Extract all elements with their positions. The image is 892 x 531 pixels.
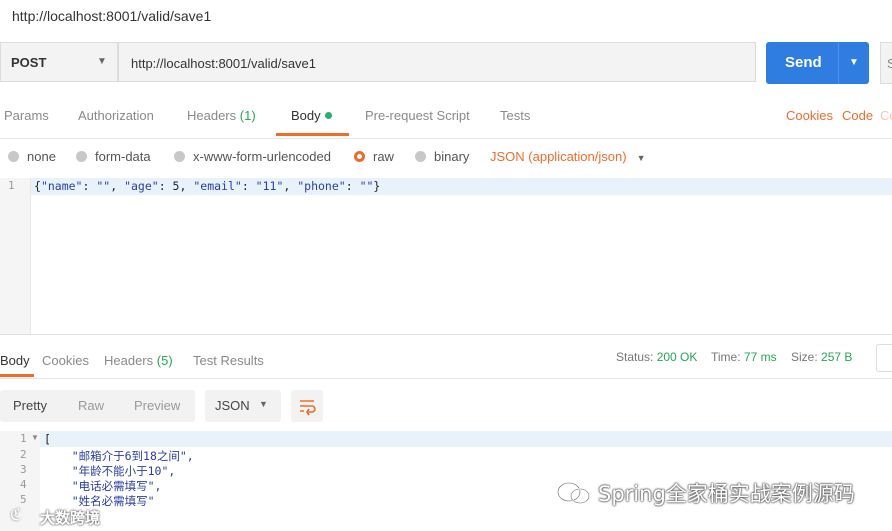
corner-logo-icon: ℭ: [10, 507, 22, 524]
tab-prerequest-script[interactable]: Pre-request Script: [365, 108, 470, 123]
tab-headers[interactable]: Headers (1): [187, 108, 256, 123]
code-key: "phone": [297, 179, 346, 193]
radio-urlencoded[interactable]: x-www-form-urlencoded: [174, 149, 331, 164]
code-value: "": [96, 179, 111, 193]
status-readout: Status: 200 OK: [616, 350, 697, 364]
tab-params[interactable]: Params: [4, 108, 49, 123]
tab-response-body[interactable]: Body: [0, 353, 30, 368]
response-headers-count: (5): [156, 353, 173, 368]
code-brace: {: [34, 179, 41, 193]
response-tabs: Body Cookies Headers (5) Test Results St…: [0, 344, 892, 379]
chevron-down-icon: ▼: [259, 399, 268, 409]
code-key: "name": [40, 179, 83, 193]
format-select[interactable]: JSON ▼: [205, 390, 281, 422]
radio-icon: [8, 151, 19, 162]
code-value: "": [359, 179, 374, 193]
code-link[interactable]: Code: [842, 108, 873, 123]
send-button[interactable]: Send ▼: [766, 42, 869, 84]
watermark-text: Spring全家桶实战案例源码: [598, 482, 855, 506]
save-button[interactable]: S: [880, 42, 892, 84]
body-mode-options: none form-data x-www-form-urlencoded raw…: [0, 149, 892, 169]
active-tab-indicator: [276, 133, 349, 136]
radio-none-label: none: [27, 149, 56, 164]
line-number: 2: [20, 448, 27, 461]
format-label: JSON: [215, 398, 250, 413]
wrap-lines-button[interactable]: [291, 390, 323, 422]
radio-raw[interactable]: raw: [354, 149, 394, 164]
radio-none[interactable]: none: [8, 149, 56, 164]
wechat-logo-icon: [557, 482, 590, 504]
tab-response-headers[interactable]: Headers (5): [104, 353, 173, 368]
save-response-button[interactable]: [876, 344, 892, 372]
content-type-label: JSON (application/json): [490, 149, 627, 164]
view-mode-toggle: Pretty Raw Preview: [0, 390, 195, 422]
content-type-select[interactable]: JSON (application/json) ▼: [490, 149, 645, 164]
response-line: "电话必需填写",: [44, 479, 162, 493]
send-divider: [838, 42, 839, 84]
status-label: Status:: [616, 350, 654, 364]
radio-form-data[interactable]: form-data: [76, 149, 151, 164]
line-gutter: [0, 178, 31, 334]
tab-body-label: Body: [291, 108, 321, 123]
headers-count: (1): [239, 108, 256, 123]
cookies-link[interactable]: Cookies: [786, 108, 833, 123]
code-value: 5: [172, 179, 180, 193]
code-brace: }: [373, 179, 381, 193]
response-line: [: [44, 432, 51, 446]
size-label: Size:: [791, 350, 818, 364]
tab-tests[interactable]: Tests: [500, 108, 530, 123]
preview-button[interactable]: Preview: [134, 398, 180, 413]
line-number: 3: [20, 463, 27, 476]
request-body-code[interactable]: {"name": "", "age": 5, "email": "11", "p…: [34, 179, 380, 193]
pretty-button[interactable]: Pretty: [13, 398, 47, 413]
tab-body[interactable]: Body: [291, 108, 332, 123]
response-line: "年龄不能小于10",: [44, 464, 176, 478]
radio-form-data-label: form-data: [95, 149, 151, 164]
radio-icon: [174, 151, 185, 162]
fold-arrow-icon[interactable]: ▼: [31, 433, 39, 442]
method-label: POST: [11, 55, 47, 70]
tab-response-headers-label: Headers: [104, 353, 154, 368]
window-title: http://localhost:8001/valid/save1: [12, 8, 212, 24]
size-readout: Size: 257 B: [791, 350, 852, 364]
radio-icon: [76, 151, 87, 162]
raw-button[interactable]: Raw: [78, 398, 104, 413]
status-value: 200 OK: [656, 350, 698, 364]
tab-headers-label: Headers: [187, 108, 237, 123]
tab-test-results[interactable]: Test Results: [193, 353, 264, 368]
code-key: "email": [193, 179, 242, 193]
modified-dot-icon: [324, 112, 332, 119]
corner-watermark: 大数跨境: [40, 510, 101, 527]
chevron-down-icon: ▼: [636, 153, 646, 163]
line-number: 1: [8, 179, 15, 192]
active-line-highlight: [0, 431, 892, 447]
comments-link[interactable]: Co: [880, 108, 892, 123]
radio-icon: [415, 151, 426, 162]
time-label: Time:: [711, 350, 741, 364]
size-value: 257 B: [821, 350, 853, 364]
send-label: Send: [785, 54, 822, 71]
line-number: 4: [20, 478, 27, 491]
method-select[interactable]: POST ▼: [0, 42, 118, 82]
request-body-editor[interactable]: 1 {"name": "", "age": 5, "email": "11", …: [0, 178, 892, 335]
radio-urlencoded-label: x-www-form-urlencoded: [193, 149, 331, 164]
radio-binary[interactable]: binary: [415, 149, 469, 164]
wrap-lines-icon: [300, 400, 316, 416]
code-key: "age": [124, 179, 159, 193]
tab-authorization[interactable]: Authorization: [78, 108, 154, 123]
time-readout: Time: 77 ms: [711, 350, 777, 364]
time-value: 77 ms: [743, 350, 777, 364]
request-tabs: Params Authorization Headers (1) Body Pr…: [0, 108, 892, 139]
code-value: "11": [255, 179, 284, 193]
radio-binary-label: binary: [434, 149, 470, 164]
line-number: 1: [20, 432, 27, 445]
tab-response-cookies[interactable]: Cookies: [42, 353, 89, 368]
radio-selected-icon: [354, 151, 365, 162]
active-tab-indicator: [0, 374, 34, 377]
url-input[interactable]: http://localhost:8001/valid/save1: [118, 42, 756, 82]
radio-raw-label: raw: [373, 149, 394, 164]
chevron-down-icon[interactable]: ▼: [849, 57, 859, 68]
chevron-down-icon: ▼: [97, 56, 107, 67]
response-line: "邮箱介于6到18之间",: [44, 449, 194, 463]
